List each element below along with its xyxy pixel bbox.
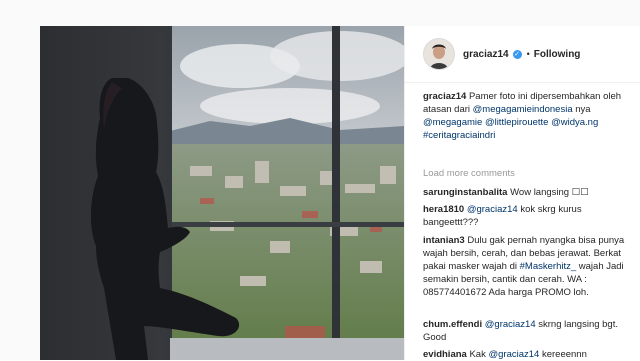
header-separator: • [526,49,530,59]
comment-username[interactable]: chum.effendi [423,319,482,330]
comment-text: kereeennn [541,349,587,360]
caption-mention-4[interactable]: @widya.ng [551,117,598,128]
post-side-panel: graciaz14 ✓ • Following graciaz14 Pamer … [404,26,640,360]
caption: graciaz14 Pamer foto ini dipersembahkan … [423,90,639,142]
comment-hashtag[interactable]: #Maskerhitz_ [520,261,577,272]
caption-username[interactable]: graciaz14 [423,91,466,102]
post-photo[interactable] [40,26,404,360]
caption-mention-1[interactable]: @megagamieindonesia [473,104,573,115]
comment-username[interactable]: intanian3 [423,235,465,246]
instagram-post-view: graciaz14 ✓ • Following graciaz14 Pamer … [0,0,640,360]
comment-username[interactable]: evidhiana [423,349,467,360]
caption-mention-2[interactable]: @megagamie [423,117,482,128]
caption-mention-3[interactable]: @littlepirouette [485,117,549,128]
avatar[interactable] [423,38,455,70]
comment-text: Kak [469,349,486,360]
post-header: graciaz14 ✓ • Following [405,26,640,83]
comment: sarunginstanbalita Wow langsing ☐☐ [423,186,639,199]
following-button[interactable]: Following [534,49,581,60]
comment: chum.effendi @graciaz14 skrng langsing b… [423,318,639,344]
comment-mention[interactable]: @graciaz14 [488,349,539,360]
comment-username[interactable]: hera1810 [423,204,464,215]
comment: evidhiana Kak @graciaz14 kereeennn [423,348,639,361]
comment: intanian3 Dulu gak pernah nyangka bisa p… [423,234,639,299]
comment-text: Wow langsing ☐☐ [510,187,589,198]
comment-username[interactable]: sarunginstanbalita [423,187,507,198]
comment-mention[interactable]: @graciaz14 [485,319,536,330]
load-more-comments-button[interactable]: Load more comments [423,167,639,180]
comment: hera1810 @graciaz14 kok skrg kurus bange… [423,203,639,229]
caption-text-2: nya [575,104,591,115]
verified-badge-icon: ✓ [512,49,522,59]
comment-mention[interactable]: @graciaz14 [467,204,518,215]
caption-hashtag[interactable]: #ceritagraciaindri [423,130,495,141]
photo-scene [40,26,404,360]
avatar-image [424,39,454,69]
header-username[interactable]: graciaz14 [463,49,509,60]
